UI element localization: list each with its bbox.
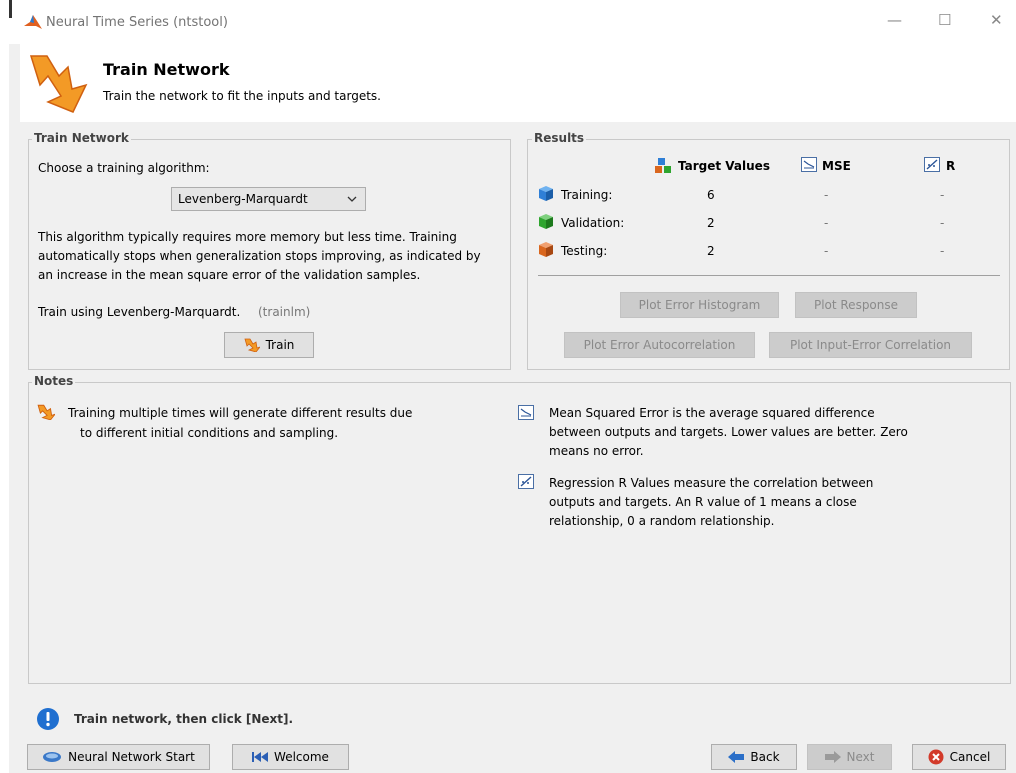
note-mse-line-2: between outputs and targets. Lower value… <box>549 425 908 439</box>
note-regression-line-1: Regression R Values measure the correlat… <box>549 476 874 490</box>
page-title: Train Network <box>103 60 230 79</box>
back-label: Back <box>750 750 780 764</box>
train-function-label: (trainlm) <box>258 305 311 319</box>
welcome-button[interactable]: Welcome <box>232 744 349 770</box>
next-button[interactable]: Next <box>807 744 892 770</box>
choose-algorithm-label: Choose a training algorithm: <box>38 161 210 175</box>
window-edge <box>9 0 12 18</box>
col-header-mse: MSE <box>822 159 851 173</box>
neural-network-start-label: Neural Network Start <box>68 750 195 764</box>
row-training-target: 6 <box>707 188 715 202</box>
row-training-label: Training: <box>561 188 613 202</box>
note-training-line-1: Training multiple times will generate di… <box>68 406 413 420</box>
page-header <box>20 44 1016 122</box>
neural-network-icon <box>43 752 62 762</box>
cancel-icon <box>928 749 944 765</box>
training-cube-icon <box>539 186 553 201</box>
back-button[interactable]: Back <box>711 744 797 770</box>
status-message: Train network, then click [Next]. <box>74 712 294 726</box>
maximize-button[interactable]: ☐ <box>938 11 951 29</box>
row-training-r: - <box>940 188 945 202</box>
train-button[interactable]: Train <box>224 332 314 358</box>
row-validation-r: - <box>940 216 945 230</box>
info-icon <box>37 708 59 730</box>
results-legend: Results <box>532 131 587 145</box>
algorithm-select-value: Levenberg-Marquardt <box>178 192 308 206</box>
close-window-button[interactable]: ✕ <box>990 11 1003 29</box>
algorithm-select[interactable]: Levenberg-Marquardt <box>171 187 366 211</box>
regression-icon <box>924 157 940 172</box>
algorithm-description-line-1: This algorithm typically requires more m… <box>38 230 457 244</box>
row-validation-target: 2 <box>707 216 715 230</box>
row-testing-mse: - <box>824 244 829 258</box>
row-testing-label: Testing: <box>561 244 608 258</box>
notes-legend: Notes <box>32 374 76 388</box>
validation-cube-icon <box>539 214 553 229</box>
mse-note-icon <box>518 405 534 420</box>
testing-cube-icon <box>539 242 553 257</box>
note-regression-line-3: relationship, 0 a random relationship. <box>549 514 775 528</box>
plot-input-error-correlation-button[interactable]: Plot Input-Error Correlation <box>769 332 972 358</box>
matlab-logo-icon <box>24 15 42 29</box>
train-network-legend: Train Network <box>32 131 131 145</box>
train-using-label: Train using Levenberg-Marquardt. <box>38 305 241 319</box>
note-mse-line-3: means no error. <box>549 444 644 458</box>
row-testing-r: - <box>940 244 945 258</box>
algorithm-description-line-3: an increase in the mean square error of … <box>38 268 421 282</box>
train-note-icon <box>37 404 55 420</box>
regression-note-icon <box>518 474 534 489</box>
row-training-mse: - <box>824 188 829 202</box>
results-separator <box>538 275 1000 276</box>
note-mse-line-1: Mean Squared Error is the average square… <box>549 406 875 420</box>
next-arrow-icon <box>824 751 841 763</box>
welcome-label: Welcome <box>274 750 329 764</box>
cancel-button[interactable]: Cancel <box>912 744 1006 770</box>
col-header-r: R <box>946 159 956 173</box>
algorithm-description-line-2: automatically stops when generalization … <box>38 249 481 263</box>
plot-error-autocorrelation-button[interactable]: Plot Error Autocorrelation <box>564 332 755 358</box>
train-arrow-icon <box>29 55 88 113</box>
train-button-label: Train <box>265 338 295 352</box>
window-title: Neural Time Series (ntstool) <box>46 15 228 30</box>
minimize-button[interactable]: — <box>887 11 902 29</box>
plot-error-histogram-button[interactable]: Plot Error Histogram <box>620 292 779 318</box>
page-subtitle: Train the network to fit the inputs and … <box>103 89 381 103</box>
mse-icon <box>801 157 817 172</box>
target-values-icon <box>655 158 671 173</box>
plot-response-button[interactable]: Plot Response <box>795 292 917 318</box>
col-header-target-values: Target Values <box>678 159 770 173</box>
note-regression-line-2: outputs and targets. An R value of 1 mea… <box>549 495 857 509</box>
row-validation-mse: - <box>824 216 829 230</box>
chevron-down-icon <box>347 196 357 202</box>
neural-network-start-button[interactable]: Neural Network Start <box>27 744 210 770</box>
train-small-arrow-icon <box>244 338 260 352</box>
row-testing-target: 2 <box>707 244 715 258</box>
back-arrow-icon <box>728 751 745 763</box>
row-validation-label: Validation: <box>561 216 625 230</box>
cancel-label: Cancel <box>949 750 991 764</box>
next-label: Next <box>846 750 875 764</box>
rewind-icon <box>252 752 269 762</box>
note-training-line-2: to different initial conditions and samp… <box>80 426 339 440</box>
